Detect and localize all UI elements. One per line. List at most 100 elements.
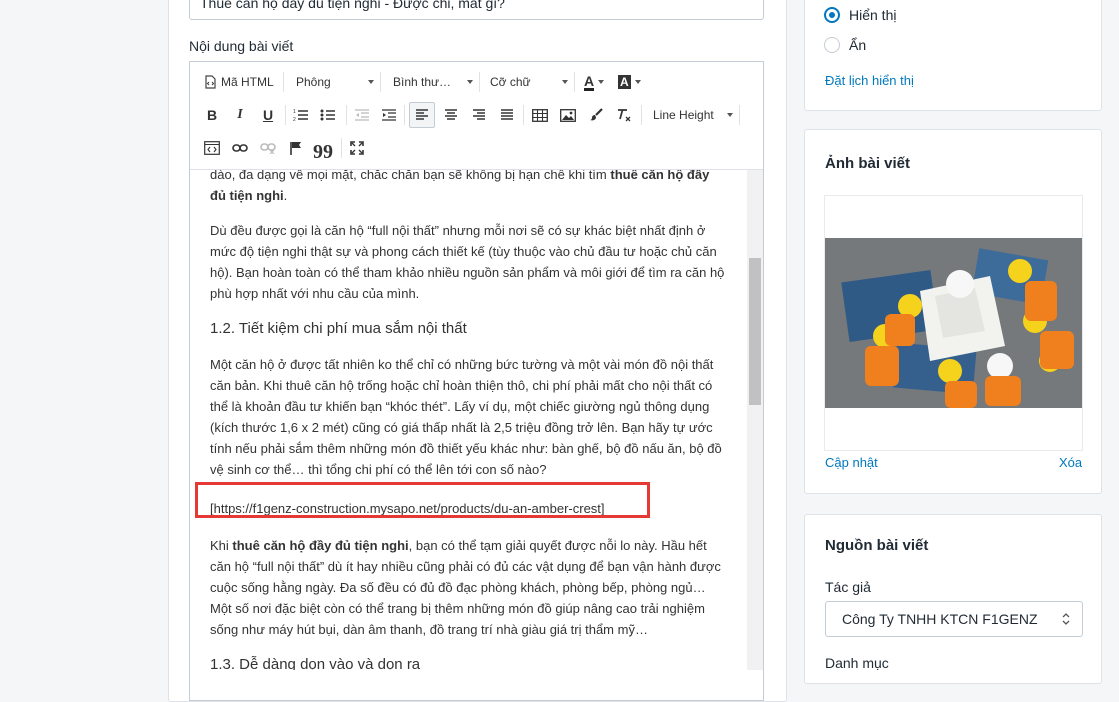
- italic-button[interactable]: I: [230, 102, 250, 128]
- toolbar-separator: [380, 72, 381, 92]
- article-body: dào, đa dạng về mọi mặt, chắc chắn bạn s…: [210, 170, 725, 670]
- category-label: Danh mục: [825, 655, 889, 671]
- align-left-button[interactable]: [409, 102, 435, 128]
- radio-selected-icon: [824, 7, 840, 23]
- insert-link-button[interactable]: [230, 135, 250, 161]
- toolbar-separator: [523, 105, 524, 125]
- font-size-dropdown[interactable]: Cỡ chữ: [490, 69, 568, 95]
- editor-scrollbar[interactable]: [747, 170, 763, 670]
- text-color-icon: A: [584, 72, 595, 91]
- chevron-down-icon: [598, 80, 605, 84]
- toolbar-separator: [574, 72, 575, 92]
- align-right-button[interactable]: [469, 102, 489, 128]
- author-select-value: Công Ty TNHH KTCN F1GENZ: [842, 611, 1038, 627]
- line-height-dropdown[interactable]: Line Height: [653, 102, 733, 128]
- bold-icon: B: [206, 107, 218, 123]
- anchor-button[interactable]: [286, 135, 306, 161]
- underline-button[interactable]: U: [258, 102, 278, 128]
- bold-button[interactable]: B: [202, 102, 222, 128]
- highlight-box: [195, 482, 650, 518]
- source-card-title: Nguồn bài viết: [825, 537, 929, 554]
- chevron-down-icon: [562, 80, 568, 84]
- toolbar-separator: [404, 105, 405, 125]
- outdent-button[interactable]: [352, 102, 372, 128]
- image-icon: [560, 108, 576, 122]
- chevron-down-icon: [634, 80, 641, 84]
- radio-unselected-icon: [824, 37, 840, 53]
- unlink-icon: [260, 142, 276, 154]
- blockquote-button[interactable]: 99: [313, 135, 333, 163]
- code-view-button[interactable]: [202, 135, 222, 161]
- toolbar-separator: [346, 105, 347, 125]
- align-center-icon: [444, 109, 458, 121]
- indent-button[interactable]: [379, 102, 399, 128]
- html-code-button[interactable]: Mã HTML: [204, 69, 274, 95]
- ordered-list-button[interactable]: 12: [291, 102, 311, 128]
- fullscreen-button[interactable]: [347, 135, 367, 161]
- code-file-icon: [204, 75, 217, 89]
- ordered-list-icon: 12: [293, 108, 309, 122]
- align-center-button[interactable]: [441, 102, 461, 128]
- italic-icon: I: [237, 107, 243, 122]
- clear-format-button[interactable]: [613, 102, 635, 128]
- align-right-icon: [472, 109, 486, 121]
- toolbar-separator: [341, 138, 342, 158]
- insert-image-button[interactable]: [557, 102, 579, 128]
- flag-icon: [289, 141, 303, 155]
- align-left-icon: [415, 109, 429, 121]
- paragraph-style-dropdown[interactable]: Bình thư…: [393, 69, 473, 95]
- format-painter-button[interactable]: [585, 102, 607, 128]
- paragraph: Dù đều được gọi là căn hộ “full nội thất…: [210, 223, 725, 301]
- line-height-label: Line Height: [653, 108, 714, 122]
- paragraph: dào, đa dạng về mọi mặt, chắc chắn bạn s…: [210, 170, 725, 206]
- visibility-option-hide[interactable]: Ẩn: [824, 37, 866, 53]
- paragraph: Khi thuê căn hộ đầy đủ tiện nghi, bạn có…: [210, 535, 725, 640]
- scrollbar-thumb[interactable]: [749, 258, 761, 405]
- paragraph-style-label: Bình thư…: [393, 75, 452, 89]
- fullscreen-icon: [350, 141, 364, 155]
- paragraph: Một căn hộ ở được tất nhiên ko thể chỉ c…: [210, 357, 722, 477]
- text-color-button[interactable]: A: [584, 69, 605, 95]
- section-heading: 1.3. Dễ dàng dọn vào và dọn ra: [210, 656, 421, 670]
- svg-text:1: 1: [293, 109, 296, 115]
- visibility-option-show-label: Hiển thị: [849, 7, 897, 23]
- paragraph-text: dào, đa dạng về mọi mặt, chắc chắn bạn s…: [210, 170, 611, 182]
- visibility-option-hide-label: Ẩn: [849, 37, 867, 53]
- editor-toolbar: Mã HTML Phông Bình thư… Cỡ chữ A A B I U…: [190, 62, 763, 170]
- link-icon: [232, 143, 248, 153]
- unordered-list-icon: [320, 108, 336, 122]
- insert-table-button[interactable]: [529, 102, 551, 128]
- author-select[interactable]: Công Ty TNHH KTCN F1GENZ: [825, 601, 1083, 637]
- title-input[interactable]: Thuê căn hộ đầy đủ tiện nghi - Được chi,…: [189, 0, 764, 20]
- toolbar-separator: [283, 72, 284, 92]
- align-justify-button[interactable]: [497, 102, 517, 128]
- indent-icon: [381, 108, 397, 122]
- font-family-dropdown[interactable]: Phông: [296, 69, 374, 95]
- visibility-option-show[interactable]: Hiển thị: [824, 7, 896, 23]
- toolbar-separator: [285, 105, 286, 125]
- paragraph-text: .: [283, 188, 288, 203]
- clear-format-icon: [616, 108, 632, 123]
- unordered-list-button[interactable]: [318, 102, 338, 128]
- image-card-title: Ảnh bài viết: [825, 155, 911, 172]
- toolbar-separator: [641, 105, 642, 125]
- update-image-link[interactable]: Cập nhật: [825, 455, 878, 470]
- schedule-link[interactable]: Đặt lịch hiển thị: [825, 73, 914, 88]
- quote-icon: 99: [313, 141, 333, 163]
- author-label: Tác giả: [825, 579, 871, 595]
- paragraph-text: Khi: [210, 538, 233, 553]
- editor-content[interactable]: dào, đa dạng về mọi mặt, chắc chắn bạn s…: [190, 170, 747, 670]
- content-label: Nội dung bài viết: [189, 38, 294, 54]
- article-image[interactable]: [824, 195, 1083, 451]
- section-heading: 1.2. Tiết kiệm chi phí mua sắm nội thất: [210, 320, 467, 337]
- chevron-down-icon: [467, 80, 473, 84]
- unlink-button[interactable]: [258, 135, 278, 161]
- paintbrush-icon: [589, 108, 604, 122]
- chevron-down-icon: [727, 113, 733, 117]
- construction-meeting-image: [825, 238, 1082, 408]
- delete-image-link[interactable]: Xóa: [1059, 455, 1082, 470]
- select-arrows-icon: [1062, 612, 1070, 629]
- background-color-button[interactable]: A: [618, 69, 641, 95]
- table-icon: [532, 108, 548, 122]
- background-color-icon: A: [618, 75, 631, 89]
